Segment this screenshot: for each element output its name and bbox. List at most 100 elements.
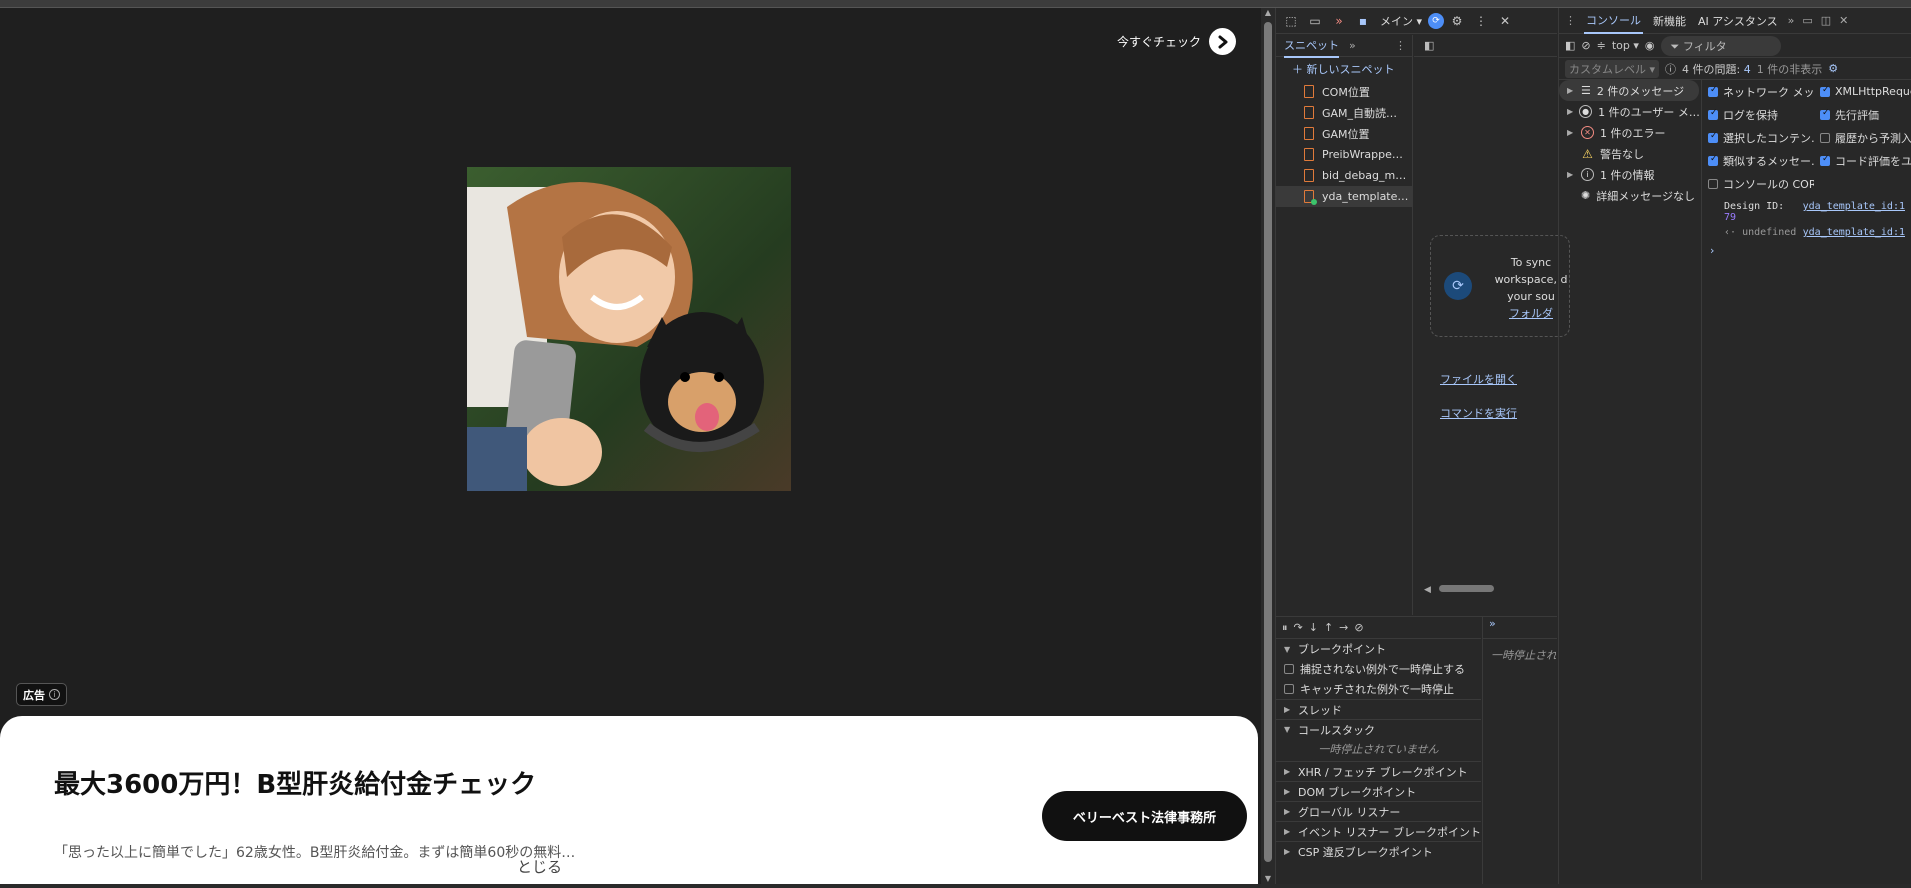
option-label: 類似するメッセー… — [1723, 154, 1814, 168]
open-file-link[interactable]: ファイルを開く — [1440, 371, 1517, 387]
log-level-select[interactable]: カスタムレベル ▾ — [1565, 59, 1660, 78]
ad-title[interactable]: 最大3600万円！B型肝炎給付金チェック — [54, 764, 536, 801]
issues-link[interactable]: 4 件の問題: 4 — [1682, 61, 1751, 77]
kebab-menu-icon[interactable]: ⋮ — [1565, 14, 1576, 27]
scroll-down-icon[interactable]: ▼ — [1263, 874, 1273, 884]
ad-hero-image[interactable] — [467, 167, 791, 491]
scrollbar-thumb[interactable] — [1264, 22, 1272, 862]
scroll-up-icon[interactable]: ▲ — [1263, 8, 1273, 18]
scroll-left-icon[interactable]: ◀ — [1424, 585, 1431, 595]
close-icon[interactable]: ✕ — [1839, 14, 1848, 27]
sidebar-item-info[interactable]: ▶ i 1 件の情報 — [1559, 164, 1699, 185]
run-command-link[interactable]: コマンドを実行 — [1440, 405, 1517, 421]
checkbox[interactable] — [1708, 178, 1718, 189]
main-context-select[interactable]: メイン ▾ — [1376, 13, 1426, 29]
option-user-gesture[interactable]: コード評価をユー… — [1814, 149, 1911, 172]
source-link[interactable]: yda_template_id:1 — [1803, 227, 1905, 238]
toggle-sidebar-icon[interactable]: ◧ — [1424, 39, 1434, 52]
dom-breakpoints-section[interactable]: ▶ DOM ブレークポイント — [1276, 781, 1481, 801]
checkbox[interactable] — [1708, 108, 1718, 120]
tab-console[interactable]: コンソール — [1584, 8, 1643, 34]
checkbox[interactable] — [1708, 131, 1718, 143]
tab-ai-assistance[interactable]: AI アシスタンス — [1696, 9, 1780, 33]
snippet-item-selected[interactable]: yda_template… — [1276, 186, 1412, 207]
step-into-icon[interactable]: ↓ — [1309, 621, 1318, 634]
checkbox[interactable] — [1284, 664, 1294, 674]
advertiser-button[interactable]: ベリーベスト法律事務所 — [1042, 791, 1247, 841]
option-cors-errors[interactable]: コンソールの COR… — [1702, 172, 1814, 195]
xhr-breakpoints-section[interactable]: ▶ XHR / フェッチ ブレークポイント — [1276, 761, 1481, 781]
checkbox[interactable] — [1820, 154, 1830, 166]
more-tabs-icon[interactable]: » — [1328, 10, 1350, 32]
step-over-icon[interactable]: ↷ — [1294, 621, 1303, 634]
more-tabs-icon[interactable]: » — [1349, 39, 1356, 52]
option-group-similar[interactable]: 類似するメッセー… — [1702, 149, 1814, 172]
kebab-menu-icon[interactable]: ⋮ — [1395, 39, 1412, 52]
sidebar-item-errors[interactable]: ▶ ✕ 1 件のエラー — [1559, 122, 1699, 143]
check-now-cta[interactable]: 今すぐチェック — [1117, 28, 1236, 55]
checkbox[interactable] — [1820, 132, 1830, 143]
gear-icon[interactable]: ⚙ — [1828, 62, 1838, 75]
scrollbar-thumb[interactable] — [1439, 585, 1494, 592]
source-link[interactable]: yda_template_id:1 — [1803, 201, 1905, 223]
sync-status-icon[interactable]: ⟳ — [1428, 12, 1445, 29]
snippet-item[interactable]: GAM位置 — [1276, 123, 1412, 144]
more-tabs-icon[interactable]: » — [1788, 14, 1795, 27]
device-toolbar-icon[interactable]: ▭ — [1304, 10, 1326, 32]
clear-console-icon[interactable]: ⊘ — [1581, 39, 1590, 52]
sidebar-item-user-messages[interactable]: ▶ ● 1 件のユーザー メ… — [1559, 101, 1699, 122]
close-icon[interactable]: ✕ — [1494, 10, 1516, 32]
option-selected-context[interactable]: 選択したコンテン… — [1702, 126, 1814, 149]
checkbox[interactable] — [1708, 85, 1718, 97]
filter-input[interactable]: ⏷ フィルタ — [1660, 35, 1781, 56]
snippet-item[interactable]: bid_debag_m… — [1276, 165, 1412, 186]
snippet-item[interactable]: GAM_自動読… — [1276, 102, 1412, 123]
checkbox[interactable] — [1284, 684, 1294, 694]
pause-icon[interactable]: ⏸ — [1282, 621, 1288, 635]
call-stack-section[interactable]: ▼ コールスタック — [1276, 719, 1481, 739]
sidebar-item-messages[interactable]: ▶ ☰ 2 件のメッセージ — [1559, 80, 1699, 101]
option-preserve-log[interactable]: ログを保持 — [1702, 103, 1814, 126]
csp-breakpoints-section[interactable]: ▶ CSP 違反ブレークポイント — [1276, 841, 1481, 861]
filter-toggle-icon[interactable]: ≑ — [1597, 39, 1606, 52]
pause-caught-option[interactable]: キャッチされた例外で一時停止 — [1276, 679, 1481, 699]
tab-whats-new[interactable]: 新機能 — [1651, 9, 1688, 33]
threads-section[interactable]: ▶ スレッド — [1276, 699, 1481, 719]
tab-snippets[interactable]: スニペット — [1284, 34, 1339, 58]
snippet-item[interactable]: COM位置 — [1276, 81, 1412, 102]
checkbox[interactable] — [1820, 85, 1830, 97]
context-select[interactable]: top ▾ — [1612, 39, 1639, 52]
option-xhr[interactable]: XMLHttpReque — [1814, 80, 1911, 103]
console-prompt[interactable]: › — [1702, 244, 1911, 257]
global-listeners-section[interactable]: ▶ グローバル リスナー — [1276, 801, 1481, 821]
inspect-element-icon[interactable]: ⬚ — [1280, 10, 1302, 32]
option-eager-eval[interactable]: 先行評価 — [1814, 103, 1911, 126]
option-network-messages[interactable]: ネットワーク メッセ… — [1702, 80, 1814, 103]
ad-badge[interactable]: 広告 i — [16, 683, 67, 706]
close-link[interactable]: とじる — [517, 856, 562, 877]
event-listener-breakpoints-section[interactable]: ▶ イベント リスナー ブレークポイント — [1276, 821, 1481, 841]
page-scrollbar[interactable]: ▲ ▼ — [1261, 8, 1275, 884]
snippet-item[interactable]: PreibWrappe… — [1276, 144, 1412, 165]
message-icon[interactable]: ▪ — [1352, 10, 1374, 32]
step-out-icon[interactable]: ↑ — [1324, 621, 1333, 634]
gear-icon[interactable]: ⚙ — [1446, 10, 1468, 32]
more-tabs-icon[interactable]: » — [1483, 617, 1557, 639]
kebab-menu-icon[interactable]: ⋮ — [1470, 10, 1492, 32]
new-snippet-button[interactable]: ＋ 新しいスニペット — [1276, 57, 1412, 81]
checkbox[interactable] — [1708, 154, 1718, 166]
eye-icon[interactable]: ◉ — [1645, 39, 1655, 52]
dock-icon[interactable]: ▭ — [1802, 14, 1812, 27]
breakpoints-section[interactable]: ▼ ブレークポイント — [1276, 639, 1481, 659]
pause-uncaught-option[interactable]: 捕捉されない例外で一時停止する — [1276, 659, 1481, 679]
file-icon — [1304, 85, 1314, 98]
sidebar-item-warnings[interactable]: ⚠ 警告なし — [1559, 143, 1699, 164]
checkbox[interactable] — [1820, 108, 1830, 120]
deactivate-breakpoints-icon[interactable]: ⊘ — [1354, 621, 1363, 634]
step-icon[interactable]: → — [1339, 621, 1348, 634]
sidebar-toggle-icon[interactable]: ◧ — [1565, 39, 1575, 52]
sidebar-item-verbose[interactable]: ✺ 詳細メッセージなし — [1559, 185, 1699, 206]
dock-side-icon[interactable]: ◫ — [1821, 14, 1831, 27]
option-autocomplete-history[interactable]: 履歴から予測入 — [1814, 126, 1911, 149]
editor-hscroll[interactable]: ◀ — [1424, 582, 1549, 595]
